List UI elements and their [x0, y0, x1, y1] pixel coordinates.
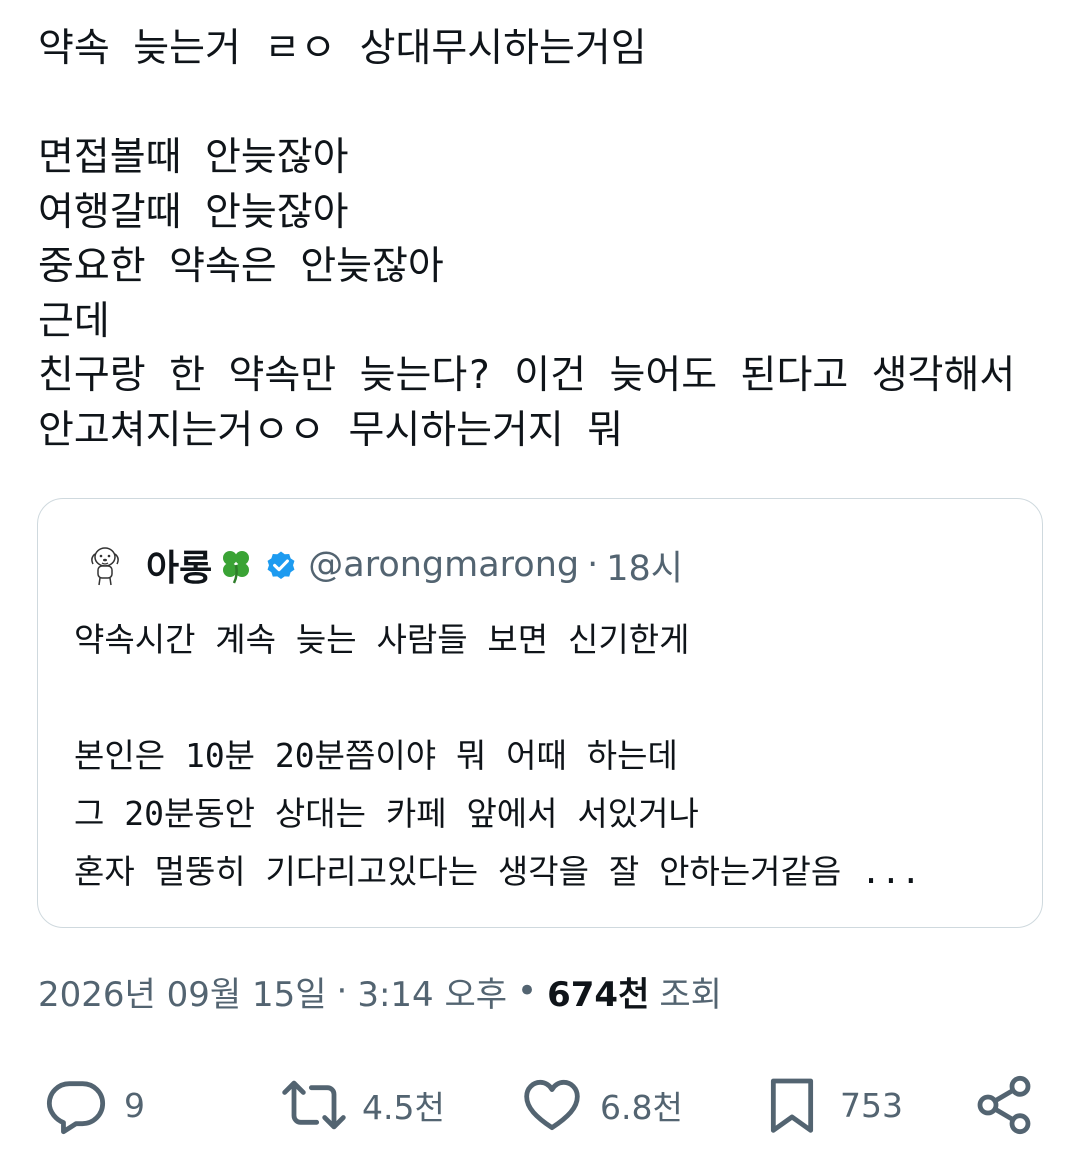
bookmark-button[interactable]: 753 [760, 1070, 903, 1140]
verified-badge-icon [267, 551, 295, 580]
reply-count: 9 [124, 1085, 145, 1125]
bookmark-icon [770, 1078, 814, 1133]
quoted-author-name[interactable]: 아롱 [146, 539, 212, 591]
tweet-meta: 2026년 09월 15일 · 3:14 오후 • 674천 조회 [38, 964, 732, 1018]
tweet-date[interactable]: 2026년 09월 15일 [38, 967, 327, 1016]
share-button[interactable] [972, 1070, 1036, 1140]
tweet-text: 약속 늦는거 ㄹㅇ 상대무시하는거임 면접볼때 안늦잖아 여행갈때 안늦잖아 중… [38, 26, 1016, 453]
quoted-tweet-text: 약속시간 계속 늦는 사람들 보면 신기한게 본인은 10분 20분쯤이야 뭐 … [74, 620, 921, 891]
reply-icon [46, 1081, 106, 1135]
heart-icon [524, 1079, 580, 1131]
tweet-time[interactable]: 3:14 오후 [357, 967, 507, 1016]
retweet-button[interactable]: 4.5천 [282, 1070, 445, 1140]
quoted-tweet-card[interactable]: 아롱 @arongmarong · 18시 약속시간 계속 늦는 사람들 보면 … [37, 498, 1043, 928]
meta-separator: · [336, 971, 348, 1011]
reply-button[interactable]: 9 [44, 1070, 145, 1140]
four-leaf-clover-icon [223, 551, 250, 584]
quoted-tweet-header: 아롱 @arongmarong · 18시 [82, 539, 683, 591]
meta-separator-dot: • [517, 971, 538, 1011]
share-icon [977, 1075, 1031, 1135]
retweet-count: 4.5천 [362, 1088, 445, 1127]
quoted-timestamp[interactable]: 18시 [606, 540, 683, 591]
view-label: 조회 [659, 974, 722, 1015]
like-count: 6.8천 [600, 1088, 683, 1127]
action-bar: 9 4.5천 6.8천 753 [0, 1070, 1080, 1140]
view-count: 674천 [547, 974, 650, 1015]
retweet-icon [282, 1080, 346, 1130]
dog-avatar[interactable] [82, 542, 128, 588]
bookmark-count: 753 [840, 1085, 903, 1125]
like-button[interactable]: 6.8천 [520, 1070, 683, 1140]
header-separator: · [587, 545, 599, 585]
quoted-author-handle[interactable]: @arongmarong [308, 545, 579, 585]
